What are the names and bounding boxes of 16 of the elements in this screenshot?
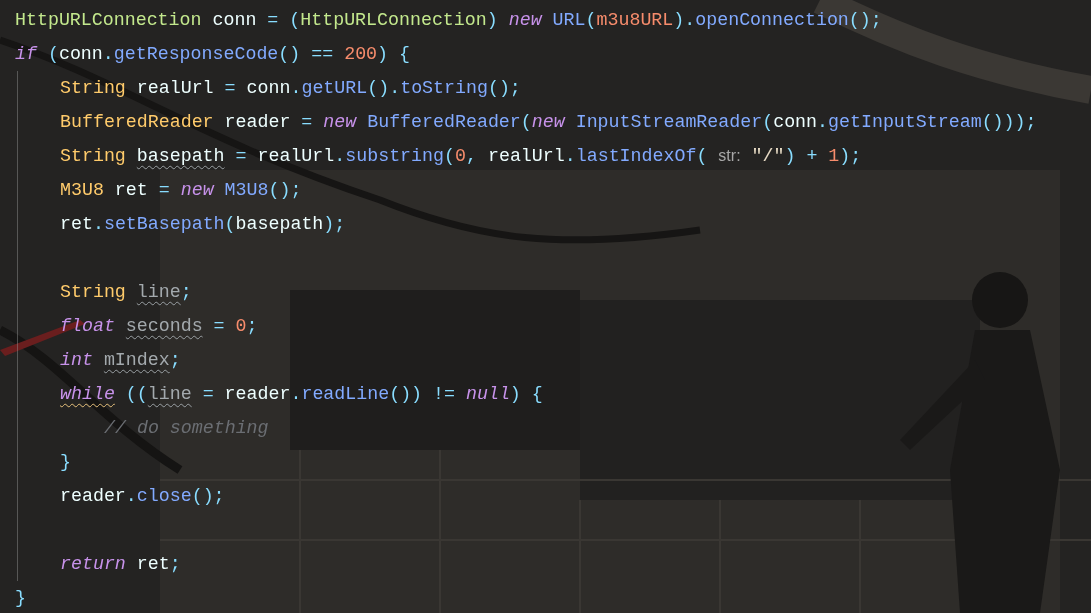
code-line: String realUrl = conn.getURL().toString(); bbox=[60, 77, 521, 100]
code-line: reader.close(); bbox=[60, 485, 225, 508]
code-line: if (conn.getResponseCode() == 200) { bbox=[15, 43, 410, 66]
code-line: String basepath = realUrl.substring(0, realUrl.lastIndexOf( str: "/") + 1); bbox=[60, 145, 862, 168]
code-line: } bbox=[15, 587, 26, 610]
code-line: ret.setBasepath(basepath); bbox=[60, 213, 346, 236]
code-line: String line; bbox=[60, 281, 192, 304]
code-line: int mIndex; bbox=[60, 349, 181, 372]
code-line: HttpURLConnection conn = (HttpURLConnection) new URL(m3u8URL).openConnection(); bbox=[15, 9, 882, 32]
code-line: return ret; bbox=[60, 553, 181, 576]
code-line: float seconds = 0; bbox=[60, 315, 258, 338]
code-line: while ((line = reader.readLine()) != null) { bbox=[60, 383, 543, 406]
code-line: M3U8 ret = new M3U8(); bbox=[60, 179, 302, 202]
code-line: BufferedReader reader = new BufferedReader(new InputStreamReader(conn.getInputStream())); bbox=[60, 111, 1037, 134]
code-comment: // do something bbox=[104, 417, 269, 440]
code-line: } bbox=[60, 451, 71, 474]
